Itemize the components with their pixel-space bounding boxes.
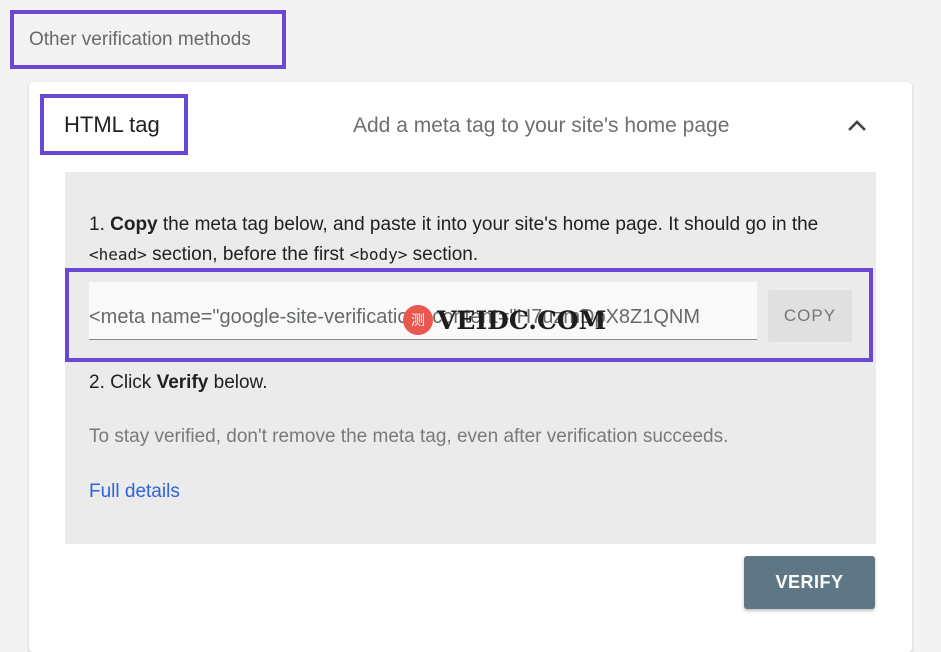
- step-2-bold: Verify: [156, 372, 209, 393]
- full-details-link[interactable]: Full details: [89, 481, 180, 503]
- step-1-bold: Copy: [110, 214, 158, 235]
- stay-verified-note: To stay verified, don't remove the meta …: [89, 426, 729, 447]
- code-head: <head>: [89, 245, 147, 264]
- copy-button[interactable]: COPY: [768, 290, 852, 342]
- chevron-up-icon[interactable]: [844, 113, 870, 137]
- instructions-panel: 1. Copy the meta tag below, and paste it…: [65, 172, 876, 544]
- watermark: 测 VEIDC.COM: [403, 304, 606, 336]
- verification-method-card: HTML tag Add a meta tag to your site's h…: [29, 82, 912, 652]
- code-body: <body>: [349, 245, 408, 264]
- section-heading: Other verification methods: [10, 10, 286, 69]
- watermark-logo-icon: 测: [403, 305, 433, 335]
- watermark-text: VEIDC.COM: [437, 305, 607, 335]
- step-1-text: 1. Copy the meta tag below, and paste it…: [89, 214, 819, 265]
- verify-button[interactable]: VERIFY: [744, 556, 875, 609]
- method-description[interactable]: Add a meta tag to your site's home page: [353, 114, 729, 138]
- step-2-text: 2. Click Verify below.: [89, 372, 268, 393]
- method-title[interactable]: HTML tag: [40, 94, 188, 155]
